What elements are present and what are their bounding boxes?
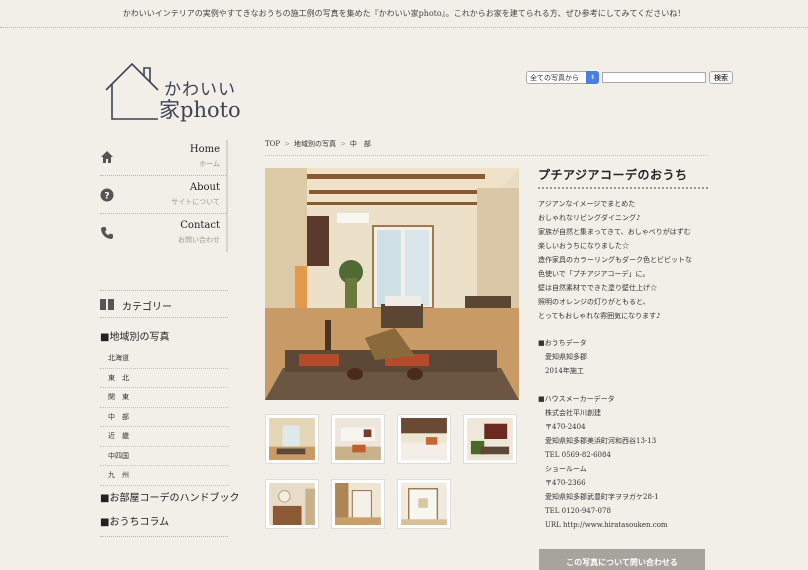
house-location: 愛知県知多郡 — [545, 353, 587, 361]
showroom-tel: TEL 0120-947-078 — [545, 507, 611, 515]
nav-about-label: About — [189, 182, 220, 193]
home-icon — [101, 151, 113, 163]
svg-text:?: ? — [104, 192, 109, 202]
phone-icon — [101, 227, 113, 239]
site-logo[interactable]: かわいい 家photo — [104, 62, 244, 124]
breadcrumb: TOP > 地域別の写真 > 中 部 — [265, 140, 371, 148]
select-arrows-icon[interactable]: ⇕ — [586, 71, 599, 84]
maker-tel: TEL 0569-82-6084 — [545, 451, 611, 459]
maker-company: 株式会社平川創建 — [545, 409, 601, 417]
thumbnail-6[interactable] — [331, 479, 385, 529]
region-item[interactable]: 関 東 — [100, 388, 228, 408]
nav-about-sublabel: サイトについて — [171, 198, 220, 206]
breadcrumb-divider — [265, 155, 708, 156]
thumbnail-3[interactable] — [397, 414, 451, 464]
nav-home-sublabel: ホーム — [199, 160, 220, 168]
article-description: アジアンなイメージでまとめた おしゃれなリビングダイニング♪ 家族が自然と集まっ… — [538, 200, 692, 320]
region-list: 北海道 東 北 関 東 中 部 近 畿 中四国 九 州 — [100, 349, 228, 486]
main-nav: Home ホーム ? About サイトについて Contact お問い合わせ — [100, 138, 228, 252]
nav-contact[interactable]: Contact お問い合わせ — [100, 214, 228, 252]
nav-home[interactable]: Home ホーム — [100, 138, 228, 176]
sidebar-divider — [100, 536, 228, 537]
handbook-link[interactable]: ■お部屋コーデのハンドブック — [100, 489, 239, 504]
region-item[interactable]: 九 州 — [100, 466, 228, 486]
thumbnail-2[interactable] — [331, 414, 385, 464]
thumbnail-7[interactable] — [397, 479, 451, 529]
house-year: 2014年施工 — [545, 367, 584, 375]
region-item[interactable]: 近 畿 — [100, 427, 228, 447]
breadcrumb-region-list[interactable]: 地域別の写真 — [294, 140, 336, 148]
site-tagline: かわいいインテリアの実例やすてきなおうちの施工例の写真を集めた『かわいい家pho… — [0, 0, 808, 28]
nav-home-label: Home — [189, 144, 220, 155]
logo-text-line2: 家photo — [159, 98, 241, 122]
maker-zip: 〒470-2404 — [545, 423, 586, 431]
house-logo-icon — [105, 62, 159, 120]
nav-contact-sublabel: お問い合わせ — [178, 236, 220, 244]
title-divider — [538, 187, 708, 189]
showroom-label: ショールーム — [545, 465, 587, 473]
book-icon — [100, 299, 114, 310]
region-item[interactable]: 北海道 — [100, 349, 228, 369]
search-input[interactable] — [602, 72, 706, 83]
maker-data-title: ■ハウスメーカーデータ — [538, 395, 615, 403]
photo-inquiry-button[interactable]: この写真について問い合わせる — [539, 549, 705, 570]
category-header: カテゴリー — [100, 290, 228, 318]
maker-url[interactable]: URL http://www.hiratasouken.com — [538, 518, 718, 532]
house-data: ■おうちデータ 愛知県知多郡 2014年施工 ■ハウスメーカーデータ 株式会社平… — [538, 336, 718, 532]
thumbnail-4[interactable] — [463, 414, 517, 464]
question-icon: ? — [100, 188, 114, 202]
column-link[interactable]: ■おうちコラム — [100, 513, 169, 528]
region-item[interactable]: 中 部 — [100, 408, 228, 427]
regions-title[interactable]: ■地域別の写真 — [100, 328, 169, 343]
search-button[interactable]: 検索 — [709, 71, 733, 84]
nav-contact-label: Contact — [180, 220, 220, 231]
house-data-title: ■おうちデータ — [538, 339, 587, 347]
showroom-zip: 〒470-2366 — [545, 479, 586, 487]
nav-divider — [226, 140, 228, 252]
breadcrumb-current: 中 部 — [349, 140, 371, 148]
article-title: プチアジアコーデのおうち — [538, 168, 688, 182]
category-label: カテゴリー — [122, 302, 172, 313]
region-item[interactable]: 東 北 — [100, 369, 228, 388]
thumbnail-1[interactable] — [265, 414, 319, 464]
breadcrumb-top[interactable]: TOP — [265, 140, 280, 148]
thumbnail-5[interactable] — [265, 479, 319, 529]
showroom-address: 愛知県知多郡武豊町字ヲヲガケ28-1 — [545, 493, 659, 501]
maker-address: 愛知県知多郡美浜町河和西谷13-13 — [545, 437, 657, 445]
region-item[interactable]: 中四国 — [100, 447, 228, 466]
nav-about[interactable]: ? About サイトについて — [100, 176, 228, 214]
main-photo[interactable] — [265, 168, 519, 400]
